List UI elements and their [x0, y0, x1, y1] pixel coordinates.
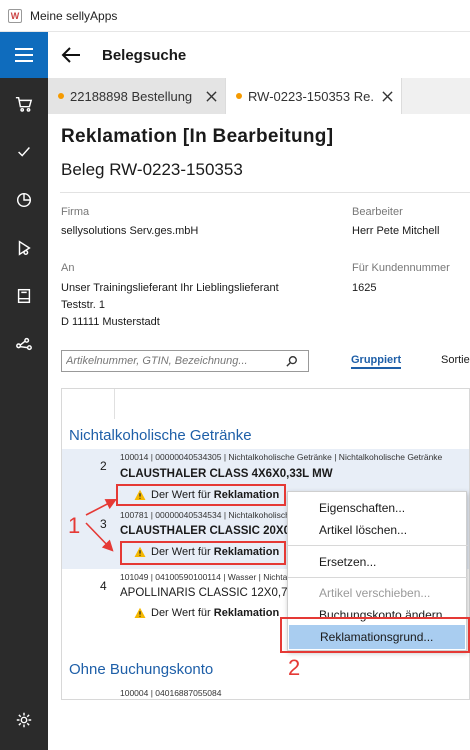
pie-chart-icon[interactable] — [0, 176, 48, 224]
cart-icon[interactable] — [0, 80, 48, 128]
menu-icon[interactable] — [0, 32, 48, 78]
menu-item-artikel-verschieben: Artikel verschieben... — [319, 586, 431, 600]
annotation-marker-2: 2 — [288, 655, 301, 680]
row-number: 4 — [100, 579, 107, 593]
gear-icon[interactable] — [0, 696, 48, 744]
row-name: APOLLINARIS CLASSIC 12X0,7L — [120, 587, 294, 599]
bearbeiter-label: Bearbeiter — [352, 206, 403, 218]
an-line2: Teststr. 1 — [61, 299, 106, 311]
menu-separator — [288, 545, 468, 546]
page-header: Belegsuche — [48, 32, 470, 78]
unsaved-dot-icon — [58, 93, 64, 99]
menu-item-eigenschaften[interactable]: Eigenschaften... — [288, 496, 468, 520]
tab-label: RW-0223-150353 Re... — [248, 88, 375, 104]
article-search — [61, 350, 309, 372]
annotation-box — [120, 541, 286, 565]
annotation-box — [116, 484, 286, 506]
menu-item-ersetzen[interactable]: Ersetzen... — [288, 550, 468, 574]
row-name: CLAUSTHALER CLASS 4X6X0,33L MW — [120, 468, 333, 480]
tab-label: 22188898 Bestellung — [70, 88, 193, 104]
sort-toggle[interactable]: Sortie — [441, 354, 470, 366]
list-item[interactable]: 100004 | 04016887055084 — [62, 685, 469, 699]
warning-field: Reklamation — [213, 607, 280, 619]
an-line1: Unser Trainingslieferant Ihr Lieblingsli… — [61, 282, 279, 294]
row-name: CLAUSTHALER CLASSIC 20X0,5 — [120, 525, 300, 537]
kundennummer-label: Für Kundennummer — [352, 262, 450, 274]
annotation-marker-1: 1 — [68, 513, 81, 538]
tab-reklamation[interactable]: RW-0223-150353 Re... — [226, 78, 402, 114]
document-subtitle: Beleg RW-0223-150353 — [61, 160, 243, 179]
group-title: Ohne Buchungskonto — [69, 661, 214, 678]
back-arrow-icon[interactable] — [48, 32, 94, 78]
firma-value: sellysolutions Serv.ges.mbH — [61, 225, 199, 237]
window-title: Meine sellyApps — [30, 8, 118, 23]
book-icon[interactable] — [0, 272, 48, 320]
window-titlebar: W Meine sellyApps — [0, 0, 470, 32]
row-meta: 100014 | 00000040534305 | Nichtalkoholis… — [120, 452, 443, 462]
page-title: Belegsuche — [102, 46, 187, 64]
document-title: Reklamation [In Bearbeitung] — [61, 126, 334, 147]
column-divider — [114, 389, 115, 419]
app-logo-icon: W — [8, 8, 22, 23]
kundennummer-value: 1625 — [352, 282, 377, 294]
row-warning: Der Wert für Reklamation — [134, 607, 279, 619]
grouped-toggle[interactable]: Gruppiert — [351, 354, 402, 369]
divider — [60, 192, 470, 193]
menu-item-artikel-loeschen[interactable]: Artikel löschen... — [288, 518, 468, 542]
annotation-box — [280, 617, 470, 653]
unsaved-dot-icon — [236, 93, 242, 99]
menu-separator — [288, 577, 468, 578]
row-number: 3 — [100, 517, 107, 531]
warning-text: Der Wert für — [151, 607, 211, 619]
search-icon[interactable] — [282, 351, 302, 371]
row-number: 2 — [100, 459, 107, 473]
check-icon[interactable] — [0, 128, 48, 176]
share-icon[interactable] — [0, 320, 48, 368]
search-input[interactable] — [66, 355, 282, 367]
row-meta: 100004 | 04016887055084 — [120, 688, 222, 698]
warning-icon — [134, 607, 146, 618]
tab-bar: 22188898 Bestellung RW-0223-150353 Re... — [48, 78, 470, 114]
group-title: Nichtalkoholische Getränke — [69, 427, 252, 444]
an-line3: D 11111 Musterstadt — [61, 316, 160, 328]
route-icon[interactable] — [0, 224, 48, 272]
tab-bestellung[interactable]: 22188898 Bestellung — [48, 78, 226, 114]
bearbeiter-value: Herr Pete Mitchell — [352, 225, 440, 237]
close-icon[interactable] — [203, 88, 219, 104]
sidebar — [0, 32, 48, 750]
close-icon[interactable] — [379, 88, 395, 104]
firma-label: Firma — [61, 206, 90, 218]
an-label: An — [61, 262, 75, 274]
